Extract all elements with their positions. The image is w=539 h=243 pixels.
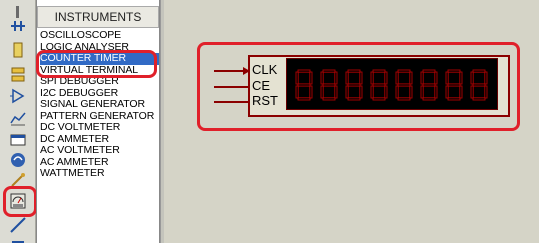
list-item[interactable]: AC VOLTMETER (40, 145, 159, 157)
list-item[interactable]: I2C DEBUGGER (40, 88, 159, 100)
digit-segment (295, 85, 299, 99)
digit-segment (420, 71, 424, 85)
graph-icon[interactable] (8, 108, 28, 128)
rst-pin[interactable] (214, 101, 248, 103)
digit-segment (447, 97, 461, 101)
seven-segment-display (286, 58, 498, 110)
pin-label-clk: CLK (252, 62, 278, 77)
tape-icon[interactable] (8, 130, 28, 150)
generator-icon[interactable] (8, 86, 28, 106)
digit-segment (347, 83, 361, 87)
panel-title: INSTRUMENTS (37, 6, 159, 28)
digit-segment (370, 85, 374, 99)
display-digit (345, 69, 363, 101)
digit-segment (447, 83, 461, 87)
digit-segment (420, 85, 424, 99)
list-item[interactable]: DC AMMETER (40, 134, 159, 146)
box-icon[interactable] (8, 234, 28, 243)
display-digit (295, 69, 313, 101)
digit-segment (320, 71, 324, 85)
digit-segment (359, 71, 363, 85)
digit-segment (322, 69, 336, 73)
display-digit (395, 69, 413, 101)
digit-segment (297, 83, 311, 87)
list-item[interactable]: PATTERN GENERATOR (40, 111, 159, 123)
digit-segment (470, 71, 474, 85)
digit-segment (372, 83, 386, 87)
display-digit (320, 69, 338, 101)
digit-segment (484, 85, 488, 99)
digit-segment (320, 85, 324, 99)
tool-highlight (3, 186, 37, 217)
digit-segment (472, 69, 486, 73)
digit-segment (322, 97, 336, 101)
list-item[interactable]: WATTMETER (40, 168, 159, 180)
digit-segment (484, 71, 488, 85)
list-item[interactable]: DC VOLTMETER (40, 122, 159, 134)
list-item[interactable]: SIGNAL GENERATOR (40, 99, 159, 111)
digit-segment (359, 85, 363, 99)
digit-segment (384, 85, 388, 99)
digit-segment (472, 97, 486, 101)
list-item-highlight (36, 50, 157, 78)
digit-segment (334, 85, 338, 99)
digit-segment (459, 85, 463, 99)
digit-segment (297, 97, 311, 101)
digit-segment (459, 71, 463, 85)
display-digit (370, 69, 388, 101)
digit-segment (422, 69, 436, 73)
counter-timer-component[interactable]: CLK CE RST (248, 55, 510, 117)
digit-segment (295, 71, 299, 85)
digit-segment (397, 69, 411, 73)
digit-segment (434, 85, 438, 99)
digit-segment (447, 69, 461, 73)
digit-segment (397, 97, 411, 101)
ce-pin[interactable] (214, 86, 248, 88)
digit-segment (347, 69, 361, 73)
digit-segment (334, 71, 338, 85)
digit-segment (297, 69, 311, 73)
display-digit (420, 69, 438, 101)
list-item[interactable]: AC AMMETER (40, 157, 159, 169)
probe-icon[interactable] (8, 150, 28, 170)
digit-segment (372, 97, 386, 101)
digit-segment (409, 85, 413, 99)
digit-segment (370, 71, 374, 85)
digit-segment (409, 71, 413, 85)
display-digit (445, 69, 463, 101)
digit-segment (472, 83, 486, 87)
digit-segment (347, 97, 361, 101)
digit-segment (470, 85, 474, 99)
digit-segment (345, 71, 349, 85)
line-icon[interactable] (8, 215, 28, 235)
pin-label-ce: CE (252, 78, 271, 93)
digit-segment (322, 83, 336, 87)
digit-segment (445, 85, 449, 99)
component-icon[interactable] (8, 40, 28, 60)
digit-segment (397, 83, 411, 87)
list-item[interactable]: OSCILLOSCOPE (40, 30, 159, 42)
digit-segment (384, 71, 388, 85)
digit-segment (395, 71, 399, 85)
digit-segment (309, 71, 313, 85)
digit-segment (372, 69, 386, 73)
display-digit (470, 69, 488, 101)
wire-junction-icon[interactable] (8, 16, 28, 36)
digit-segment (434, 71, 438, 85)
instruments-panel: INSTRUMENTS OSCILLOSCOPE LOGIC ANALYSER … (36, 0, 160, 243)
terminal-icon[interactable] (8, 64, 28, 84)
pin-label-rst: RST (252, 93, 278, 108)
digit-segment (345, 85, 349, 99)
digit-segment (422, 97, 436, 101)
digit-segment (445, 71, 449, 85)
digit-segment (309, 85, 313, 99)
display-digits (295, 69, 488, 101)
digit-segment (422, 83, 436, 87)
digit-segment (395, 85, 399, 99)
